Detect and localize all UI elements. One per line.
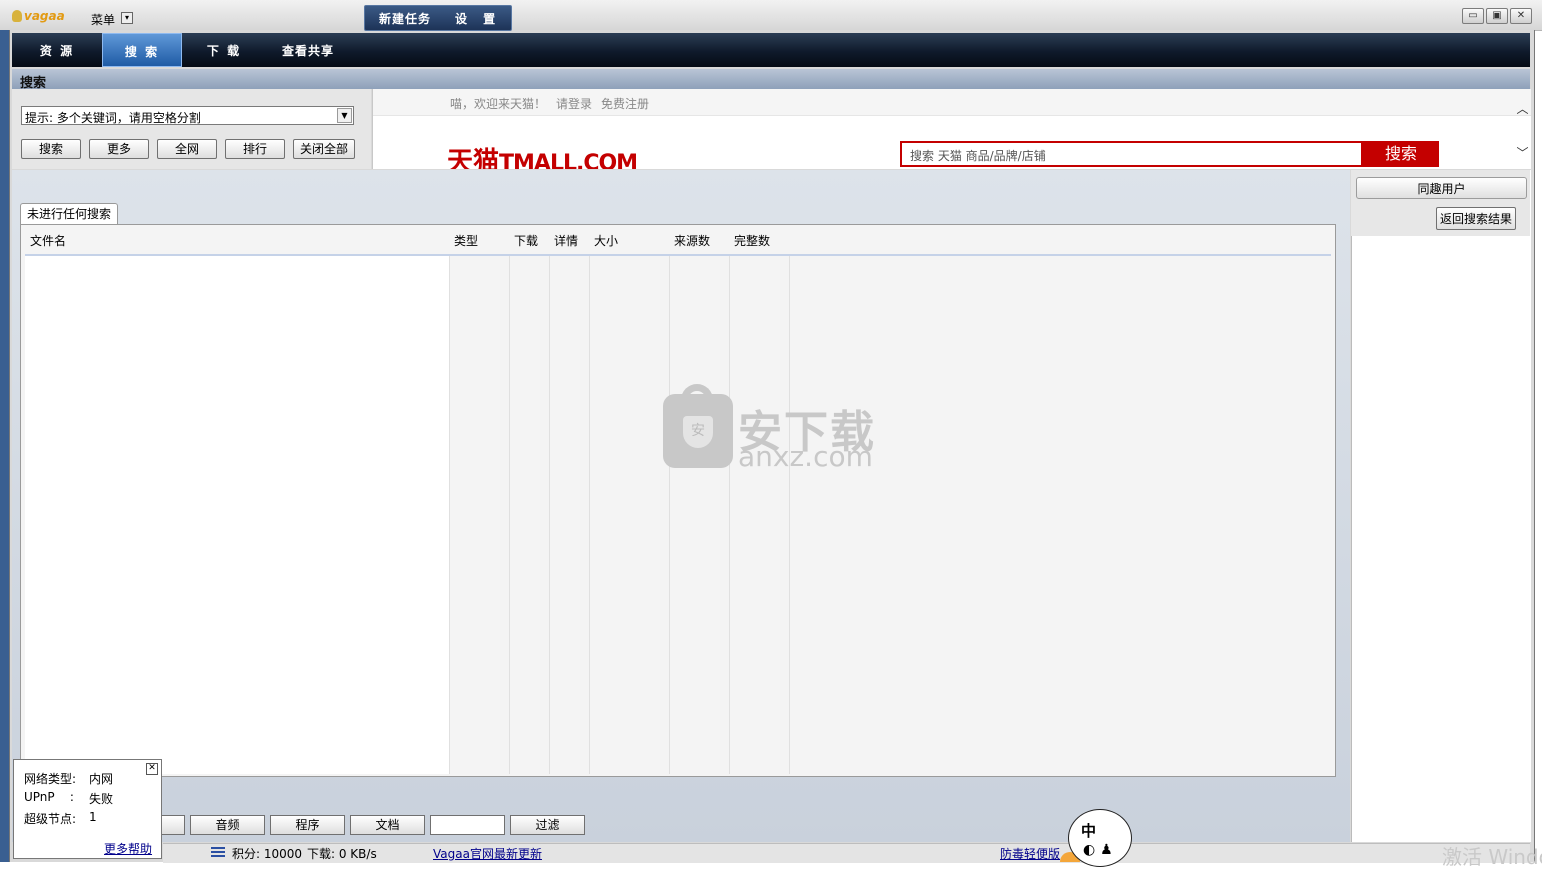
search-button[interactable]: 搜索	[21, 139, 81, 159]
close-button[interactable]: ✕	[1510, 8, 1532, 24]
chevron-down-icon[interactable]: ▾	[121, 12, 133, 24]
close-all-button[interactable]: 关闭全部	[293, 139, 355, 159]
column-divider	[549, 256, 550, 774]
update-link[interactable]: Vagaa官网最新更新	[433, 845, 542, 862]
chevron-up-icon[interactable]: ︿	[1515, 100, 1530, 120]
app-logo: vagaa	[12, 8, 65, 24]
filter-button[interactable]: 过滤	[510, 815, 585, 835]
filter-audio-button[interactable]: 音频	[190, 815, 265, 835]
col-sources[interactable]: 来源数	[674, 232, 710, 249]
keyword-hint: 提示: 多个关键词，请用空格分割	[25, 111, 201, 125]
more-help-link[interactable]: 更多帮助	[104, 840, 152, 857]
tab-shared[interactable]: 查看共享	[268, 33, 348, 67]
ad-register-link[interactable]: 免费注册	[601, 95, 649, 112]
bubble-text: 中	[1081, 822, 1097, 840]
upnp-label: UPnP :	[24, 790, 74, 804]
column-divider	[669, 256, 670, 774]
close-icon[interactable]: ✕	[146, 763, 158, 775]
watermark: 安 安下载 anxz.com	[663, 384, 893, 473]
whole-net-button[interactable]: 全网	[157, 139, 217, 159]
filter-document-button[interactable]: 文档	[350, 815, 425, 835]
col-download[interactable]: 下载	[514, 232, 538, 249]
ad-banner[interactable]: 喵，欢迎来天猫！ 请登录 免费注册 天猫TMALL.COM 搜索 天猫 商品/品…	[372, 89, 1531, 169]
keyword-select[interactable]: 提示: 多个关键词，请用空格分割 ▼	[21, 106, 354, 125]
menu-button[interactable]: 菜单	[91, 11, 115, 28]
antivirus-link[interactable]: 防毒轻便版	[1000, 845, 1060, 862]
super-node-value: 1	[89, 810, 97, 824]
title-bar: vagaa 菜单 ▾ ▭ ▣ ✕	[0, 0, 1542, 31]
tmall-search-button[interactable]: 搜索	[1363, 141, 1439, 167]
tmall-logo-en: TMALL.COM	[499, 151, 638, 169]
ad-login-link[interactable]: 请登录	[556, 95, 592, 112]
column-divider	[589, 256, 590, 774]
download-speed: 下载: 0 KB/s	[307, 847, 377, 861]
filter-program-button[interactable]: 程序	[270, 815, 345, 835]
net-type-label: 网络类型:	[24, 772, 77, 786]
shield-icon: 安	[683, 416, 713, 448]
minimize-button[interactable]: ▭	[1462, 8, 1484, 24]
bag-icon: 安	[663, 384, 733, 468]
main-nav: 资 源 搜 索 下 载 查看共享	[12, 33, 1530, 67]
more-button[interactable]: 更多	[89, 139, 149, 159]
logo-text: vagaa	[24, 9, 65, 23]
nav-group: 新建任务 设 置	[364, 5, 512, 31]
watermark-en: anxz.com	[738, 440, 873, 473]
upnp-value: 失败	[89, 792, 114, 806]
mascot-bubble[interactable]: 中 ◐ ♟	[1068, 809, 1132, 867]
result-tab[interactable]: 未进行任何搜索	[20, 203, 118, 225]
col-details[interactable]: 详情	[554, 232, 578, 249]
ranking-button[interactable]: 排行	[225, 139, 285, 159]
column-divider	[729, 256, 730, 774]
col-complete[interactable]: 完整数	[734, 232, 770, 249]
new-task-button[interactable]: 新建任务	[379, 10, 431, 27]
tmall-logo[interactable]: 天猫TMALL.COM	[447, 141, 638, 169]
section-header: 搜索	[12, 69, 1530, 91]
column-divider	[449, 256, 450, 774]
settings-button[interactable]: 设 置	[455, 10, 501, 27]
header-divider	[25, 254, 1331, 256]
right-panel	[1351, 170, 1531, 842]
net-type-value: 内网	[89, 772, 114, 786]
desktop-edge	[0, 30, 9, 862]
bulb-icon	[12, 10, 22, 22]
windows-watermark: 激活 Windo	[1442, 845, 1542, 869]
fav-users-button[interactable]: 同趣用户	[1356, 177, 1527, 199]
network-info-popup: ✕ 网络类型: 内网 UPnP : 失败 超级节点: 1 更多帮助	[13, 759, 162, 859]
ad-scroller: ︿ ﹀	[1515, 100, 1530, 162]
restore-button[interactable]: ▣	[1486, 8, 1508, 24]
filename-column	[25, 256, 449, 774]
tab-search[interactable]: 搜 索	[102, 33, 182, 67]
points-text: 积分: 10000	[232, 847, 303, 861]
filter-button-hidden[interactable]	[160, 815, 185, 835]
chevron-down-icon[interactable]: ﹀	[1515, 144, 1530, 164]
tmall-logo-cn: 天猫	[447, 147, 500, 169]
col-filename[interactable]: 文件名	[30, 232, 66, 249]
col-size[interactable]: 大小	[594, 232, 618, 249]
list-icon	[211, 847, 225, 858]
column-divider	[789, 256, 790, 774]
super-node-label: 超级节点:	[24, 812, 77, 826]
dropdown-arrow-icon[interactable]: ▼	[337, 108, 352, 123]
tab-download[interactable]: 下 载	[184, 33, 264, 67]
tmall-search-placeholder: 搜索 天猫 商品/品牌/店铺	[910, 149, 1046, 163]
col-type[interactable]: 类型	[454, 232, 478, 249]
back-to-results-button[interactable]: 返回搜索结果	[1436, 207, 1516, 230]
column-divider	[509, 256, 510, 774]
window-controls: ▭ ▣ ✕	[1460, 8, 1532, 24]
tab-resources[interactable]: 资 源	[12, 33, 102, 67]
ad-welcome: 喵，欢迎来天猫！	[450, 97, 547, 111]
ad-topbar: 喵，欢迎来天猫！ 请登录 免费注册	[373, 89, 1531, 116]
face-icon: ◐ ♟	[1083, 842, 1113, 858]
tmall-search-input[interactable]: 搜索 天猫 商品/品牌/店铺	[900, 141, 1363, 167]
filter-input[interactable]	[430, 815, 505, 835]
